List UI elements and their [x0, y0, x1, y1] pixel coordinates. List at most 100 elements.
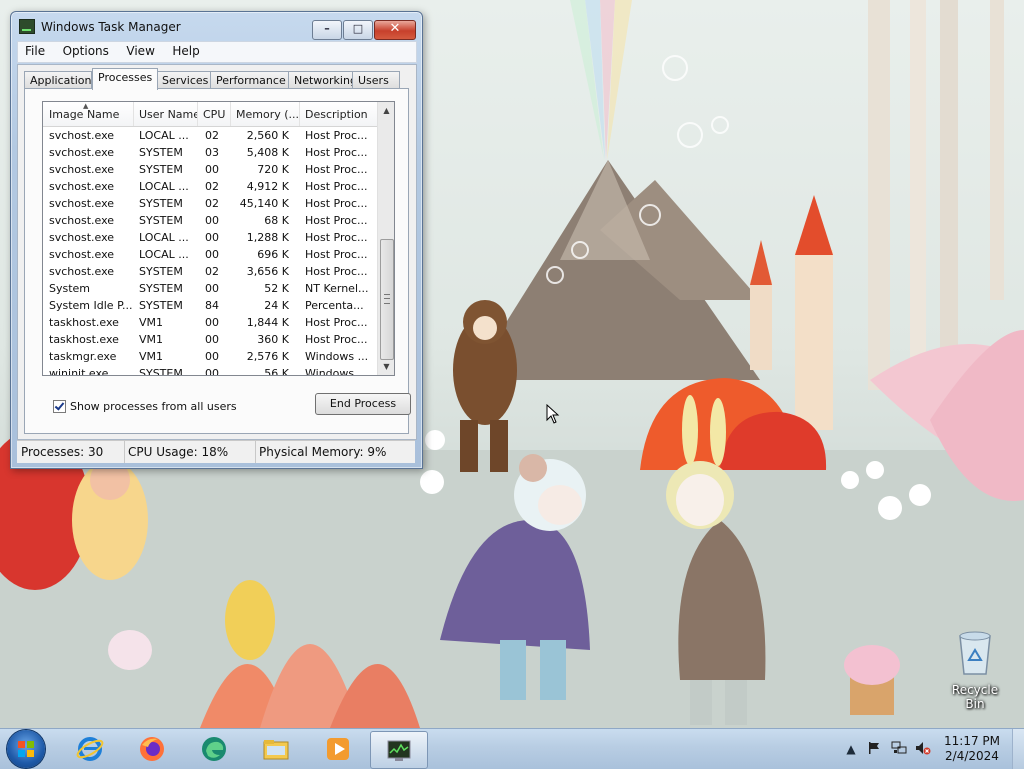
processes-pane: ▲ Image Name User Name CPU Memory (... D… [24, 88, 411, 434]
cell-image-name: System [49, 282, 91, 295]
cell-memory: 1,844 K [246, 316, 289, 329]
show-desktop-button[interactable] [1012, 729, 1024, 769]
cell-memory: 360 K [257, 333, 289, 346]
column-user-name[interactable]: User Name [133, 102, 198, 126]
cell-description: Host Proc... [305, 333, 368, 346]
process-list[interactable]: ▲ Image Name User Name CPU Memory (... D… [42, 101, 395, 376]
taskbar-internet-explorer[interactable] [62, 731, 118, 767]
table-row[interactable]: taskmgr.exe VM1 00 2,576 K Windows ... [43, 348, 377, 365]
table-row[interactable]: System SYSTEM 00 52 K NT Kernel... [43, 280, 377, 297]
tab-users[interactable]: Users [352, 71, 400, 89]
cell-cpu: 00 [205, 367, 219, 376]
show-all-users-label: Show processes from all users [70, 400, 237, 413]
table-row[interactable]: svchost.exe LOCAL ... 00 1,288 K Host Proc..… [43, 229, 377, 246]
cell-image-name: svchost.exe [49, 129, 115, 142]
table-row[interactable]: svchost.exe LOCAL ... 00 696 K Host Proc... [43, 246, 377, 263]
cell-cpu: 00 [205, 214, 219, 227]
table-row[interactable]: taskhost.exe VM1 00 1,844 K Host Proc... [43, 314, 377, 331]
cell-description: Windows ... [305, 350, 369, 363]
menu-options[interactable]: Options [56, 42, 116, 58]
cell-image-name: svchost.exe [49, 214, 115, 227]
show-hidden-icons-icon[interactable]: ▲ [843, 741, 859, 757]
tab-services[interactable]: Services [156, 71, 212, 89]
column-image-name[interactable]: ▲ Image Name [43, 102, 134, 126]
firefox-icon [140, 737, 164, 761]
start-button[interactable] [7, 730, 45, 768]
close-icon: ✕ [389, 21, 401, 36]
cell-memory: 4,912 K [246, 180, 289, 193]
cell-description: Host Proc... [305, 197, 368, 210]
clock[interactable]: 11:17 PM 2/4/2024 [938, 734, 1006, 764]
menu-help[interactable]: Help [165, 42, 206, 58]
cell-user-name: VM1 [139, 316, 164, 329]
table-row[interactable]: taskhost.exe VM1 00 360 K Host Proc... [43, 331, 377, 348]
recycle-bin[interactable]: Recycle Bin [942, 630, 1008, 711]
close-button[interactable]: ✕ [374, 20, 416, 40]
menu-bar: File Options View Help [17, 41, 417, 63]
cell-description: Host Proc... [305, 316, 368, 329]
table-row[interactable]: svchost.exe LOCAL ... 02 2,560 K Host Proc..… [43, 127, 377, 144]
minimize-button[interactable]: – [312, 20, 342, 40]
table-row[interactable]: svchost.exe LOCAL ... 02 4,912 K Host Proc..… [43, 178, 377, 195]
taskbar-file-explorer[interactable] [248, 731, 304, 767]
title-bar[interactable]: Windows Task Manager – □ ✕ [11, 12, 422, 40]
scroll-thumb[interactable] [380, 239, 394, 360]
recycle-bin-icon [959, 631, 991, 675]
column-description[interactable]: Description [299, 102, 378, 126]
cell-image-name: svchost.exe [49, 231, 115, 244]
table-row[interactable]: svchost.exe SYSTEM 02 3,656 K Host Proc... [43, 263, 377, 280]
cell-memory: 3,656 K [246, 265, 289, 278]
tab-performance[interactable]: Performance [210, 71, 290, 89]
table-row[interactable]: svchost.exe SYSTEM 02 45,140 K Host Proc... [43, 195, 377, 212]
taskbar-media-player[interactable] [310, 731, 366, 767]
maximize-button[interactable]: □ [343, 20, 373, 40]
volume-muted-icon[interactable] [915, 741, 931, 757]
end-process-button[interactable]: End Process [315, 393, 411, 415]
cell-image-name: svchost.exe [49, 248, 115, 261]
table-row[interactable]: System Idle P... SYSTEM 84 24 K Percenta... [43, 297, 377, 314]
cell-description: Percenta... [305, 299, 364, 312]
cell-user-name: SYSTEM [139, 214, 183, 227]
cell-image-name: wininit.exe [49, 367, 109, 376]
column-cpu[interactable]: CPU [197, 102, 231, 126]
cell-description: Host Proc... [305, 163, 368, 176]
action-center-flag-icon[interactable] [866, 741, 882, 757]
taskbar-firefox[interactable] [124, 731, 180, 767]
table-row[interactable]: svchost.exe SYSTEM 00 720 K Host Proc... [43, 161, 377, 178]
tab-applications[interactable]: Applications [24, 71, 97, 89]
cell-cpu: 00 [205, 248, 219, 261]
clock-time: 11:17 PM [944, 734, 1000, 748]
show-all-users-checkbox[interactable] [53, 400, 66, 413]
show-all-users-row[interactable]: Show processes from all users [53, 400, 237, 413]
table-row[interactable]: svchost.exe SYSTEM 00 68 K Host Proc... [43, 212, 377, 229]
column-memory[interactable]: Memory (... [230, 102, 300, 126]
task-manager-icon [19, 19, 35, 34]
tab-networking[interactable]: Networking [288, 71, 357, 89]
cell-cpu: 03 [205, 146, 219, 159]
network-icon[interactable] [891, 741, 907, 757]
menu-view[interactable]: View [119, 42, 161, 58]
scroll-grip-icon [384, 294, 390, 304]
scroll-down-icon[interactable]: ▼ [378, 358, 394, 375]
cell-user-name: LOCAL ... [139, 231, 189, 244]
process-list-header: ▲ Image Name User Name CPU Memory (... D… [43, 102, 378, 127]
cell-user-name: SYSTEM [139, 197, 183, 210]
cell-cpu: 84 [205, 299, 219, 312]
cell-memory: 696 K [257, 248, 289, 261]
status-bar: Processes: 30 CPU Usage: 18% Physical Me… [17, 440, 415, 463]
cell-user-name: VM1 [139, 333, 164, 346]
cell-description: Host Proc... [305, 214, 368, 227]
cell-cpu: 00 [205, 282, 219, 295]
process-list-scrollbar[interactable]: ▲ ▼ [377, 102, 394, 375]
tab-processes[interactable]: Processes [92, 68, 158, 90]
recycle-bin-label: Recycle Bin [951, 683, 999, 711]
menu-file[interactable]: File [18, 42, 52, 58]
task-manager-window[interactable]: Windows Task Manager – □ ✕ File Options … [10, 11, 423, 469]
table-row[interactable]: wininit.exe SYSTEM 00 56 K Windows ... [43, 365, 377, 376]
cell-memory: 5,408 K [246, 146, 289, 159]
taskbar-edge[interactable] [186, 731, 242, 767]
cell-image-name: svchost.exe [49, 265, 115, 278]
table-row[interactable]: svchost.exe SYSTEM 03 5,408 K Host Proc... [43, 144, 377, 161]
taskbar-task-manager[interactable] [370, 731, 428, 769]
scroll-up-icon[interactable]: ▲ [378, 102, 394, 119]
